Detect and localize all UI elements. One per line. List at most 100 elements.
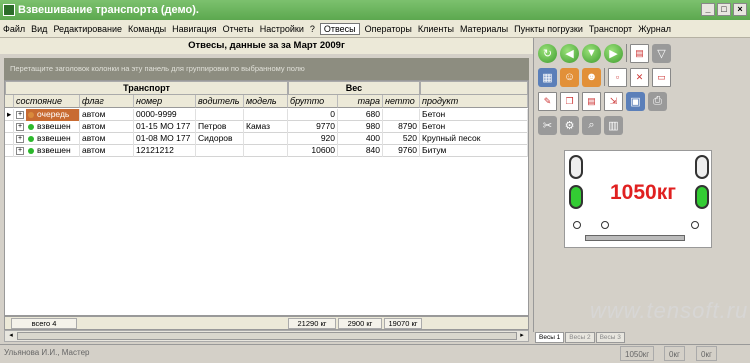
toolbar-separator — [604, 68, 605, 86]
cell-number: 12121212 — [134, 145, 196, 157]
state-label: очередь — [37, 109, 70, 119]
window-title: Взвешивание транспорта (демо). — [18, 4, 199, 16]
tools-panel: ↻ ◀ ▼ ▶ ▤ ▽ ▦ ☺ ☻ ▫ ✕ ▭ ✎ ❐ ▤ ⇲ ▣ ⎙ ✂ ⚙ … — [533, 38, 750, 332]
export-icon[interactable]: ⇲ — [604, 91, 623, 111]
maximize-button[interactable]: □ — [717, 3, 731, 16]
tab-weighings[interactable]: Отвесы — [319, 22, 360, 35]
expand-row-icon[interactable]: + — [16, 111, 24, 119]
tab-scale-1[interactable]: Весы 1 — [535, 332, 565, 343]
cell-flag: автом — [80, 109, 134, 121]
table-row[interactable]: + взвешен автом 01-08 МО 177 Сидоров 920 400 52… — [5, 133, 528, 145]
watermark: www.tensoft.ru — [590, 298, 749, 323]
cell-driver — [196, 145, 244, 157]
status-dot-icon — [28, 135, 34, 142]
save-icon[interactable]: ▣ — [626, 91, 645, 111]
sensor-icon — [601, 221, 609, 229]
cell-product: Битум — [420, 145, 528, 157]
total-gross: 21290 кг — [288, 318, 336, 329]
col-driver[interactable]: водитель — [196, 95, 244, 108]
menu-commands[interactable]: Команды — [125, 24, 169, 34]
expand-row-icon[interactable]: + — [16, 123, 24, 131]
horizontal-scrollbar[interactable]: ◂ ▸ — [4, 330, 529, 342]
scale-tabs: Весы 1 Весы 2 Весы 3 — [535, 332, 750, 343]
tab-clients[interactable]: Клиенты — [415, 24, 457, 34]
col-flag[interactable]: флаг — [80, 95, 134, 108]
table-row[interactable]: + взвешен автом 12121212 10600 840 9760 Битум — [5, 145, 528, 157]
user-group-icon[interactable]: ☻ — [582, 67, 601, 87]
filter-icon[interactable]: ▽ — [652, 43, 671, 63]
cell-tare: 400 — [338, 133, 383, 145]
scroll-right-icon[interactable]: ▸ — [517, 332, 527, 340]
tab-journal[interactable]: Журнал — [635, 24, 674, 34]
cell-state: взвешен — [26, 145, 80, 157]
column-chooser-icon[interactable]: ▥ — [604, 115, 623, 135]
col-state[interactable]: состояние — [14, 95, 80, 108]
cell-net: 9760 — [383, 145, 420, 157]
tab-scale-3[interactable]: Весы 3 — [595, 332, 625, 343]
print-icon[interactable]: ⎙ — [648, 91, 667, 111]
total-net: 19070 кг — [384, 318, 422, 329]
users-icon[interactable]: ☺ — [560, 67, 579, 87]
report-icon[interactable]: ▤ — [630, 43, 649, 63]
cell-product: Крупный песок — [420, 133, 528, 145]
document-icon[interactable]: ▭ — [652, 67, 671, 87]
toolbar-separator — [626, 44, 627, 62]
menu-reports[interactable]: Отчеты — [220, 24, 257, 34]
col-product[interactable]: продукт — [420, 95, 528, 108]
cell-driver: Сидоров — [196, 133, 244, 145]
group-by-panel[interactable]: Перетащите заголовок колонки на эту пане… — [4, 58, 529, 80]
status-dot-icon — [28, 147, 34, 154]
col-gross[interactable]: брутто — [288, 95, 338, 108]
cell-gross: 920 — [288, 133, 338, 145]
delete-document-icon[interactable]: ✕ — [630, 67, 649, 87]
table-row[interactable]: + взвешен автом 01-15 МО 177 Петров Камаз 9770… — [5, 121, 528, 133]
menu-navigation[interactable]: Навигация — [169, 24, 219, 34]
copy-document-icon[interactable]: ❐ — [560, 91, 579, 111]
scroll-thumb[interactable] — [17, 332, 517, 340]
table-row[interactable]: ▸ + очередь автом 0000-9999 0 680 Бетон — [5, 109, 528, 121]
expand-row-icon[interactable]: + — [16, 135, 24, 143]
tab-scale-2[interactable]: Весы 2 — [565, 332, 595, 343]
new-document-icon[interactable]: ▫ — [608, 67, 627, 87]
col-tare[interactable]: тара — [338, 95, 383, 108]
title-bar: Взвешивание транспорта (демо). _ □ × — [0, 0, 750, 20]
edit-document-icon[interactable]: ✎ — [538, 91, 557, 111]
invoice-icon[interactable]: ▤ — [582, 91, 601, 111]
cell-model — [244, 145, 288, 157]
menu-view[interactable]: Вид — [28, 24, 50, 34]
band-transport: Транспорт — [5, 81, 288, 95]
settings-icon[interactable]: ⚙ — [560, 115, 579, 135]
total-count: всего 4 — [11, 318, 77, 329]
scroll-left-icon[interactable]: ◂ — [6, 332, 16, 340]
search-icon[interactable]: ⌕ — [582, 115, 601, 135]
menu-settings[interactable]: Настройки — [257, 24, 307, 34]
current-row-indicator-icon: ▸ — [5, 109, 14, 121]
cell-model — [244, 133, 288, 145]
cell-number: 01-08 МО 177 — [134, 133, 196, 145]
menu-edit[interactable]: Редактирование — [50, 24, 125, 34]
tab-operators[interactable]: Операторы — [362, 24, 415, 34]
scale-platform — [585, 235, 685, 241]
app-icon — [3, 4, 15, 16]
database-icon[interactable]: ▦ — [538, 67, 557, 87]
arrow-down-icon[interactable]: ▼ — [582, 43, 601, 63]
cell-net: 8790 — [383, 121, 420, 133]
arrow-right-icon[interactable]: ▶ — [604, 43, 623, 63]
refresh-icon[interactable]: ↻ — [538, 43, 557, 63]
minimize-button[interactable]: _ — [701, 3, 715, 16]
menu-help[interactable]: ? — [307, 24, 318, 34]
tab-materials[interactable]: Материалы — [457, 24, 511, 34]
close-button[interactable]: × — [733, 3, 747, 16]
expand-row-icon[interactable]: + — [16, 147, 24, 155]
status-weight-3: 0кг — [696, 346, 717, 361]
col-number[interactable]: номер — [134, 95, 196, 108]
row-indicator — [5, 145, 14, 157]
col-net[interactable]: нетто — [383, 95, 420, 108]
tab-loading-points[interactable]: Пункты погрузки — [511, 24, 586, 34]
arrow-left-icon[interactable]: ◀ — [560, 43, 579, 63]
tab-transport[interactable]: Транспорт — [586, 24, 635, 34]
col-model[interactable]: модель — [244, 95, 288, 108]
tools-icon[interactable]: ✂ — [538, 115, 557, 135]
cell-state: взвешен — [26, 121, 80, 133]
menu-file[interactable]: Файл — [0, 24, 28, 34]
